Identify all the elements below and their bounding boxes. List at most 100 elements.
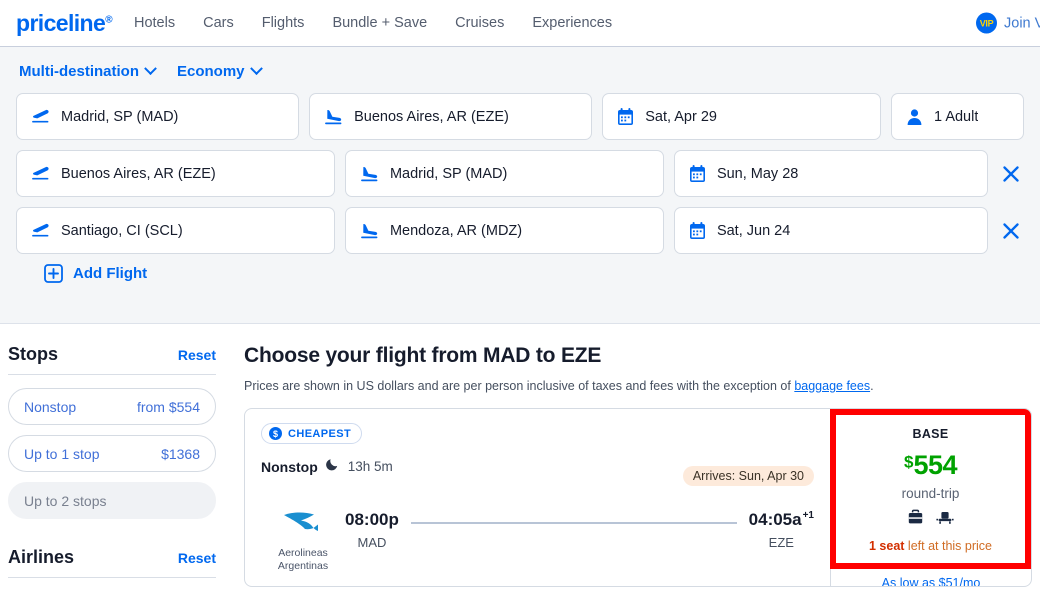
destination-value-3: Mendoza, AR (MDZ) xyxy=(389,222,523,239)
landing-icon xyxy=(324,108,343,125)
dollar-icon: $ xyxy=(269,427,282,440)
results-main: Choose your flight from MAD to EZE Price… xyxy=(232,324,1040,603)
arrival-block: 04:05a+1 EZE xyxy=(749,510,814,550)
fare-type-label: BASE xyxy=(912,427,949,441)
departure-time: 08:00p xyxy=(345,510,399,529)
takeoff-icon xyxy=(31,165,50,182)
amenities-row xyxy=(907,509,954,531)
flight-leg-row: Madrid, SP (MAD) Buenos Aires, AR (EZE) … xyxy=(16,93,1024,140)
arrival-time: 04:05a+1 xyxy=(749,510,814,530)
add-flight-button[interactable]: Add Flight xyxy=(16,264,1024,283)
airlines-reset-button[interactable]: Reset xyxy=(178,550,216,566)
site-header: priceline® Hotels Cars Flights Bundle + … xyxy=(0,0,1040,47)
landing-icon xyxy=(360,165,379,182)
stops-reset-button[interactable]: Reset xyxy=(178,347,216,363)
cheapest-badge-label: CHEAPEST xyxy=(288,427,352,440)
trip-type-dropdown[interactable]: Multi-destination xyxy=(19,62,157,80)
disclaimer-text-after: . xyxy=(870,379,874,393)
destination-input-2[interactable]: Madrid, SP (MAD) xyxy=(344,150,664,197)
passengers-input[interactable]: 1 Adult xyxy=(891,93,1024,140)
chevron-down-icon xyxy=(144,62,157,76)
destination-input-3[interactable]: Mendoza, AR (MDZ) xyxy=(344,207,664,254)
takeoff-icon xyxy=(31,222,50,239)
financing-link[interactable]: As low as $51/mo xyxy=(882,576,981,586)
stops-filter-title: Stops xyxy=(8,344,59,364)
origin-input-2[interactable]: Buenos Aires, AR (EZE) xyxy=(16,150,335,197)
origin-value-3: Santiago, CI (SCL) xyxy=(61,222,183,239)
nav-flights[interactable]: Flights xyxy=(262,15,305,31)
seats-left-count: 1 seat xyxy=(869,539,905,553)
aerolineas-argentinas-logo-icon xyxy=(280,506,326,543)
arrival-date-badge: Arrives: Sun, Apr 30 xyxy=(682,466,814,486)
arrival-day-offset: +1 xyxy=(802,510,814,522)
filters-sidebar: Stops Reset Nonstop from $554 Up to 1 st… xyxy=(0,324,232,603)
price-disclaimer: Prices are shown in US dollars and are p… xyxy=(244,379,1040,393)
logo-text: priceline xyxy=(16,9,106,36)
seats-left-text: left at this price xyxy=(904,539,992,553)
flight-path-connector xyxy=(410,522,737,524)
chevron-down-icon xyxy=(249,62,263,76)
origin-value-1: Madrid, SP (MAD) xyxy=(61,108,179,125)
nav-hotels[interactable]: Hotels xyxy=(134,15,175,31)
baggage-fees-link[interactable]: baggage fees xyxy=(794,379,870,393)
flight-leg-row: Buenos Aires, AR (EZE) Madrid, SP (MAD) … xyxy=(16,150,1024,197)
cabin-class-dropdown[interactable]: Economy xyxy=(177,62,263,80)
airlines-filter-header: Airlines Reset xyxy=(8,547,216,578)
stops-option-nonstop[interactable]: Nonstop from $554 xyxy=(8,388,216,425)
price-number: 554 xyxy=(913,450,958,480)
search-panel: Multi-destination Economy Madrid, SP (MA… xyxy=(0,47,1040,324)
nav-bundle-save[interactable]: Bundle + Save xyxy=(332,15,427,31)
departure-airport-code: MAD xyxy=(357,535,387,550)
airlines-filter-title: Airlines xyxy=(8,547,75,567)
stops-option-label: Up to 1 stop xyxy=(24,445,100,462)
origin-value-2: Buenos Aires, AR (EZE) xyxy=(61,165,216,182)
join-vip-button[interactable]: VIP Join VIP xyxy=(976,12,1040,34)
trip-type-label: round-trip xyxy=(901,486,960,501)
price-highlight-box[interactable]: BASE $554 round-trip 1 seat left at this… xyxy=(830,409,1031,569)
passengers-value: 1 Adult xyxy=(934,108,979,125)
price-column: BASE $554 round-trip 1 seat left at this… xyxy=(830,409,1031,586)
cabin-class-label: Economy xyxy=(177,63,245,80)
origin-input-3[interactable]: Santiago, CI (SCL) xyxy=(16,207,335,254)
disclaimer-text-before: Prices are shown in US dollars and are p… xyxy=(244,379,795,393)
cheapest-badge: $ CHEAPEST xyxy=(261,423,363,444)
close-icon xyxy=(1003,165,1019,182)
date-input-1[interactable]: Sat, Apr 29 xyxy=(602,93,882,140)
flight-result-card[interactable]: $ CHEAPEST Nonstop 13h 5m Arrives: Sun, … xyxy=(244,408,1032,587)
priceline-logo[interactable]: priceline® xyxy=(16,9,113,37)
nav-cruises[interactable]: Cruises xyxy=(455,15,504,31)
vip-badge-icon: VIP xyxy=(976,12,997,34)
carry-on-bag-icon xyxy=(907,509,924,531)
airline-name: Aerolineas Argentinas xyxy=(277,547,329,573)
arrival-airport-code: EZE xyxy=(768,535,794,550)
stops-option-label: Up to 2 stops xyxy=(24,492,107,509)
page-title: Choose your flight from MAD to EZE xyxy=(244,344,602,367)
arrival-time-value: 04:05a xyxy=(748,510,802,529)
date-value-2: Sun, May 28 xyxy=(716,165,799,182)
date-input-3[interactable]: Sat, Jun 24 xyxy=(673,207,988,254)
nav-cars[interactable]: Cars xyxy=(203,15,234,31)
times-row: 08:00p MAD 04:05a+1 EZE xyxy=(345,506,814,550)
origin-input-1[interactable]: Madrid, SP (MAD) xyxy=(16,93,300,140)
stops-option-price: from $554 xyxy=(136,398,200,415)
calendar-icon xyxy=(617,107,634,126)
registered-trademark-icon: ® xyxy=(105,13,112,25)
flight-leg-row: Santiago, CI (SCL) Mendoza, AR (MDZ) Sat… xyxy=(16,207,1024,254)
airline-block: Aerolineas Argentinas xyxy=(261,506,345,573)
stops-option-two-stops: Up to 2 stops xyxy=(8,482,216,519)
remove-flight-button-2[interactable] xyxy=(998,161,1024,187)
price-value: $554 xyxy=(904,450,958,480)
date-value-3: Sat, Jun 24 xyxy=(716,222,791,239)
remove-flight-button-3[interactable] xyxy=(998,218,1024,244)
landing-icon xyxy=(360,222,379,239)
stops-option-one-stop[interactable]: Up to 1 stop $1368 xyxy=(8,435,216,472)
flight-duration: 13h 5m xyxy=(347,459,393,474)
flight-details: $ CHEAPEST Nonstop 13h 5m Arrives: Sun, … xyxy=(245,409,830,586)
destination-input-1[interactable]: Buenos Aires, AR (EZE) xyxy=(309,93,593,140)
date-value-1: Sat, Apr 29 xyxy=(645,108,717,125)
content-area: Stops Reset Nonstop from $554 Up to 1 st… xyxy=(0,324,1040,603)
add-flight-label: Add Flight xyxy=(73,265,148,282)
destination-value-1: Buenos Aires, AR (EZE) xyxy=(354,108,509,125)
date-input-2[interactable]: Sun, May 28 xyxy=(673,150,988,197)
nav-experiences[interactable]: Experiences xyxy=(532,15,612,31)
